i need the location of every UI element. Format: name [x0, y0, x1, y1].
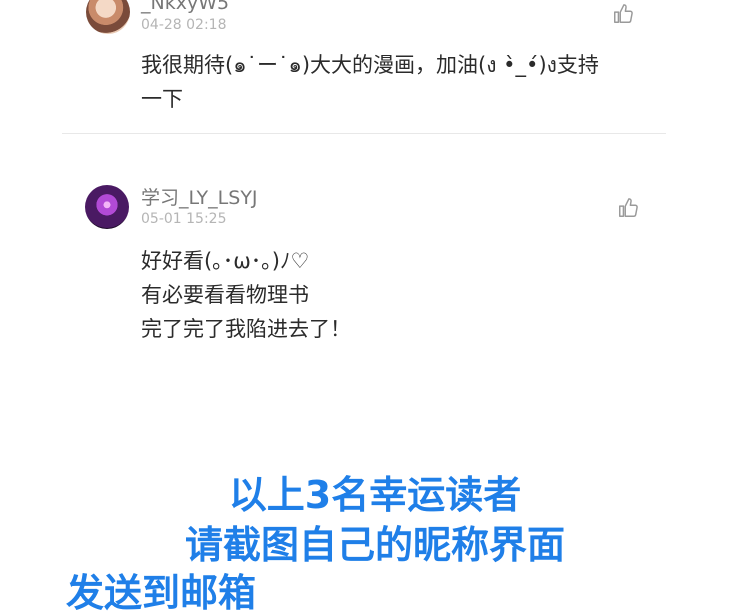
comment-time: 04-28 02:18 — [141, 17, 227, 33]
banner-line-3: 发送到邮箱 — [66, 571, 257, 615]
comment-line: 好好看(｡･ω･｡)ﾉ♡ — [141, 249, 310, 273]
comment-line: 有必要看看物理书 — [141, 283, 309, 307]
username[interactable]: 学习_LY_LSYJ — [141, 183, 258, 210]
comment-time: 05-01 15:25 — [141, 211, 227, 227]
avatar[interactable] — [85, 185, 129, 229]
comment-text: 好好看(｡･ω･｡)ﾉ♡ 有必要看看物理书 完了完了我陷进去了！ — [141, 244, 351, 346]
comment-text: 我很期待(๑˙ー˙๑)大大的漫画，加油(ง •̀_•́)ง支持 一下 — [141, 48, 599, 116]
avatar[interactable] — [86, 0, 130, 34]
banner-line-2: 请截图自己的昵称界面 — [184, 523, 565, 567]
username[interactable]: _NkxyW5 — [141, 0, 229, 14]
thumbs-up-icon[interactable] — [612, 3, 634, 25]
divider — [62, 133, 666, 134]
comment-line: 完了完了我陷进去了！ — [141, 317, 351, 341]
comment-line: 一下 — [141, 87, 183, 111]
thumbs-up-icon[interactable] — [617, 197, 639, 219]
comment-line: 我很期待(๑˙ー˙๑)大大的漫画，加油(ง •̀_•́)ง支持 — [141, 53, 599, 77]
banner-line-1: 以上3名幸运读者 — [228, 473, 522, 517]
